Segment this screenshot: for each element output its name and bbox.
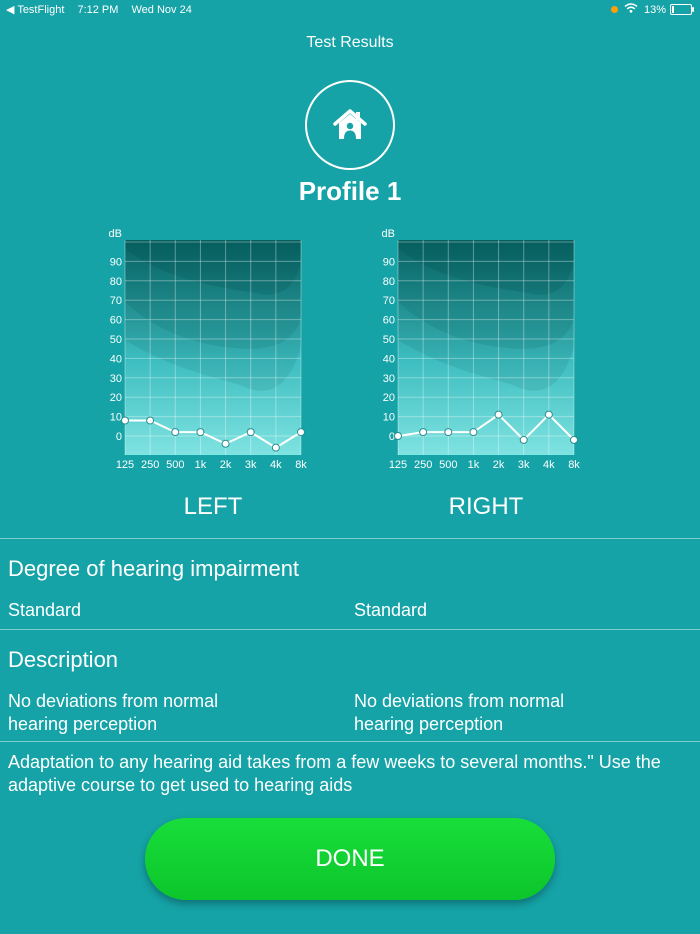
x-tick-label: 250 bbox=[141, 459, 159, 471]
profile-avatar[interactable] bbox=[305, 80, 395, 170]
data-point bbox=[121, 416, 129, 425]
x-tick-label: 4k bbox=[270, 459, 282, 471]
data-point bbox=[271, 443, 280, 452]
y-tick-label: 60 bbox=[383, 315, 395, 327]
y-tick-label: 90 bbox=[110, 256, 122, 268]
y-tick-label: 30 bbox=[383, 373, 395, 385]
status-date: Wed Nov 24 bbox=[131, 4, 192, 16]
y-tick-label: 10 bbox=[383, 412, 395, 424]
divider bbox=[0, 741, 700, 742]
y-tick-label: 50 bbox=[110, 334, 122, 346]
data-point bbox=[246, 428, 255, 437]
data-point bbox=[519, 435, 528, 444]
x-tick-label: 2k bbox=[220, 459, 232, 471]
right-ear-audiogram: 90 80 70 60 50 40 30 20 10 0 dB 125 250 500 1k 2k 3k 4k 8k bbox=[382, 228, 581, 471]
data-point bbox=[394, 432, 402, 440]
y-tick-label: 20 bbox=[383, 392, 395, 404]
y-tick-label: 60 bbox=[110, 315, 122, 327]
y-tick-label: 0 bbox=[389, 431, 395, 443]
x-tick-label: 500 bbox=[166, 459, 184, 471]
y-tick-label: 0 bbox=[116, 431, 122, 443]
y-tick-label: 40 bbox=[110, 353, 122, 365]
data-point bbox=[494, 410, 503, 419]
recording-dot-icon bbox=[610, 6, 618, 13]
right-ear-label: RIGHT bbox=[448, 493, 524, 520]
done-button[interactable]: DONE bbox=[145, 818, 555, 900]
divider bbox=[0, 538, 700, 539]
y-tick-label: 30 bbox=[110, 373, 122, 385]
y-tick-label: 20 bbox=[110, 392, 122, 404]
description-heading: Description bbox=[8, 647, 119, 672]
x-tick-label: 8k bbox=[568, 459, 580, 471]
x-tick-label: 125 bbox=[389, 459, 407, 471]
back-to-testflight-link[interactable]: ◀ TestFlight bbox=[6, 4, 64, 16]
data-point bbox=[221, 439, 230, 448]
battery-percent: 13% bbox=[643, 3, 666, 16]
wifi-icon bbox=[624, 3, 638, 16]
home-icon bbox=[333, 109, 367, 139]
divider bbox=[0, 629, 700, 630]
degree-right-value: Standard bbox=[354, 600, 428, 620]
x-tick-label: 3k bbox=[518, 459, 530, 471]
y-tick-label: 80 bbox=[110, 276, 122, 288]
degree-heading: Degree of hearing impairment bbox=[8, 556, 300, 581]
y-axis-unit: dB bbox=[109, 228, 122, 240]
adaptation-note: Adaptation to any hearing aid takes from… bbox=[8, 752, 661, 795]
status-time: 7:12 PM bbox=[77, 4, 119, 16]
left-ear-audiogram: 90 80 70 60 50 40 30 20 10 0 dB 125 250 500 1k 2k 3k 4k 8k bbox=[109, 228, 308, 471]
data-point bbox=[196, 428, 205, 437]
data-point bbox=[544, 410, 553, 419]
degree-left-value: Standard bbox=[8, 600, 82, 620]
data-point bbox=[469, 428, 478, 437]
x-tick-label: 2k bbox=[493, 459, 505, 471]
y-tick-label: 70 bbox=[383, 295, 395, 307]
page-title: Test Results bbox=[306, 34, 394, 51]
battery-icon bbox=[670, 4, 694, 15]
x-tick-label: 125 bbox=[116, 459, 134, 471]
x-tick-label: 250 bbox=[414, 459, 432, 471]
status-bar: ◀ TestFlight 7:12 PM Wed Nov 24 13% bbox=[0, 0, 700, 20]
y-axis-unit: dB bbox=[382, 228, 395, 240]
data-point bbox=[570, 435, 578, 444]
data-point bbox=[419, 428, 428, 437]
x-tick-label: 1k bbox=[195, 459, 207, 471]
y-tick-label: 10 bbox=[110, 412, 122, 424]
x-tick-label: 1k bbox=[468, 459, 480, 471]
profile-name: Profile 1 bbox=[298, 176, 402, 206]
data-point bbox=[146, 416, 155, 425]
y-tick-label: 50 bbox=[383, 334, 395, 346]
data-point bbox=[444, 428, 453, 437]
data-point bbox=[297, 428, 305, 437]
y-tick-label: 80 bbox=[383, 276, 395, 288]
y-tick-label: 70 bbox=[110, 295, 122, 307]
data-point bbox=[171, 428, 180, 437]
y-tick-label: 40 bbox=[383, 353, 395, 365]
y-tick-label: 90 bbox=[383, 256, 395, 268]
description-left-value: No deviations from normal hearing percep… bbox=[8, 691, 219, 734]
x-tick-label: 8k bbox=[295, 459, 307, 471]
description-right-value: No deviations from normal hearing percep… bbox=[354, 691, 565, 734]
x-tick-label: 3k bbox=[245, 459, 257, 471]
left-ear-label: LEFT bbox=[183, 493, 243, 520]
x-tick-label: 4k bbox=[543, 459, 555, 471]
x-tick-label: 500 bbox=[439, 459, 457, 471]
